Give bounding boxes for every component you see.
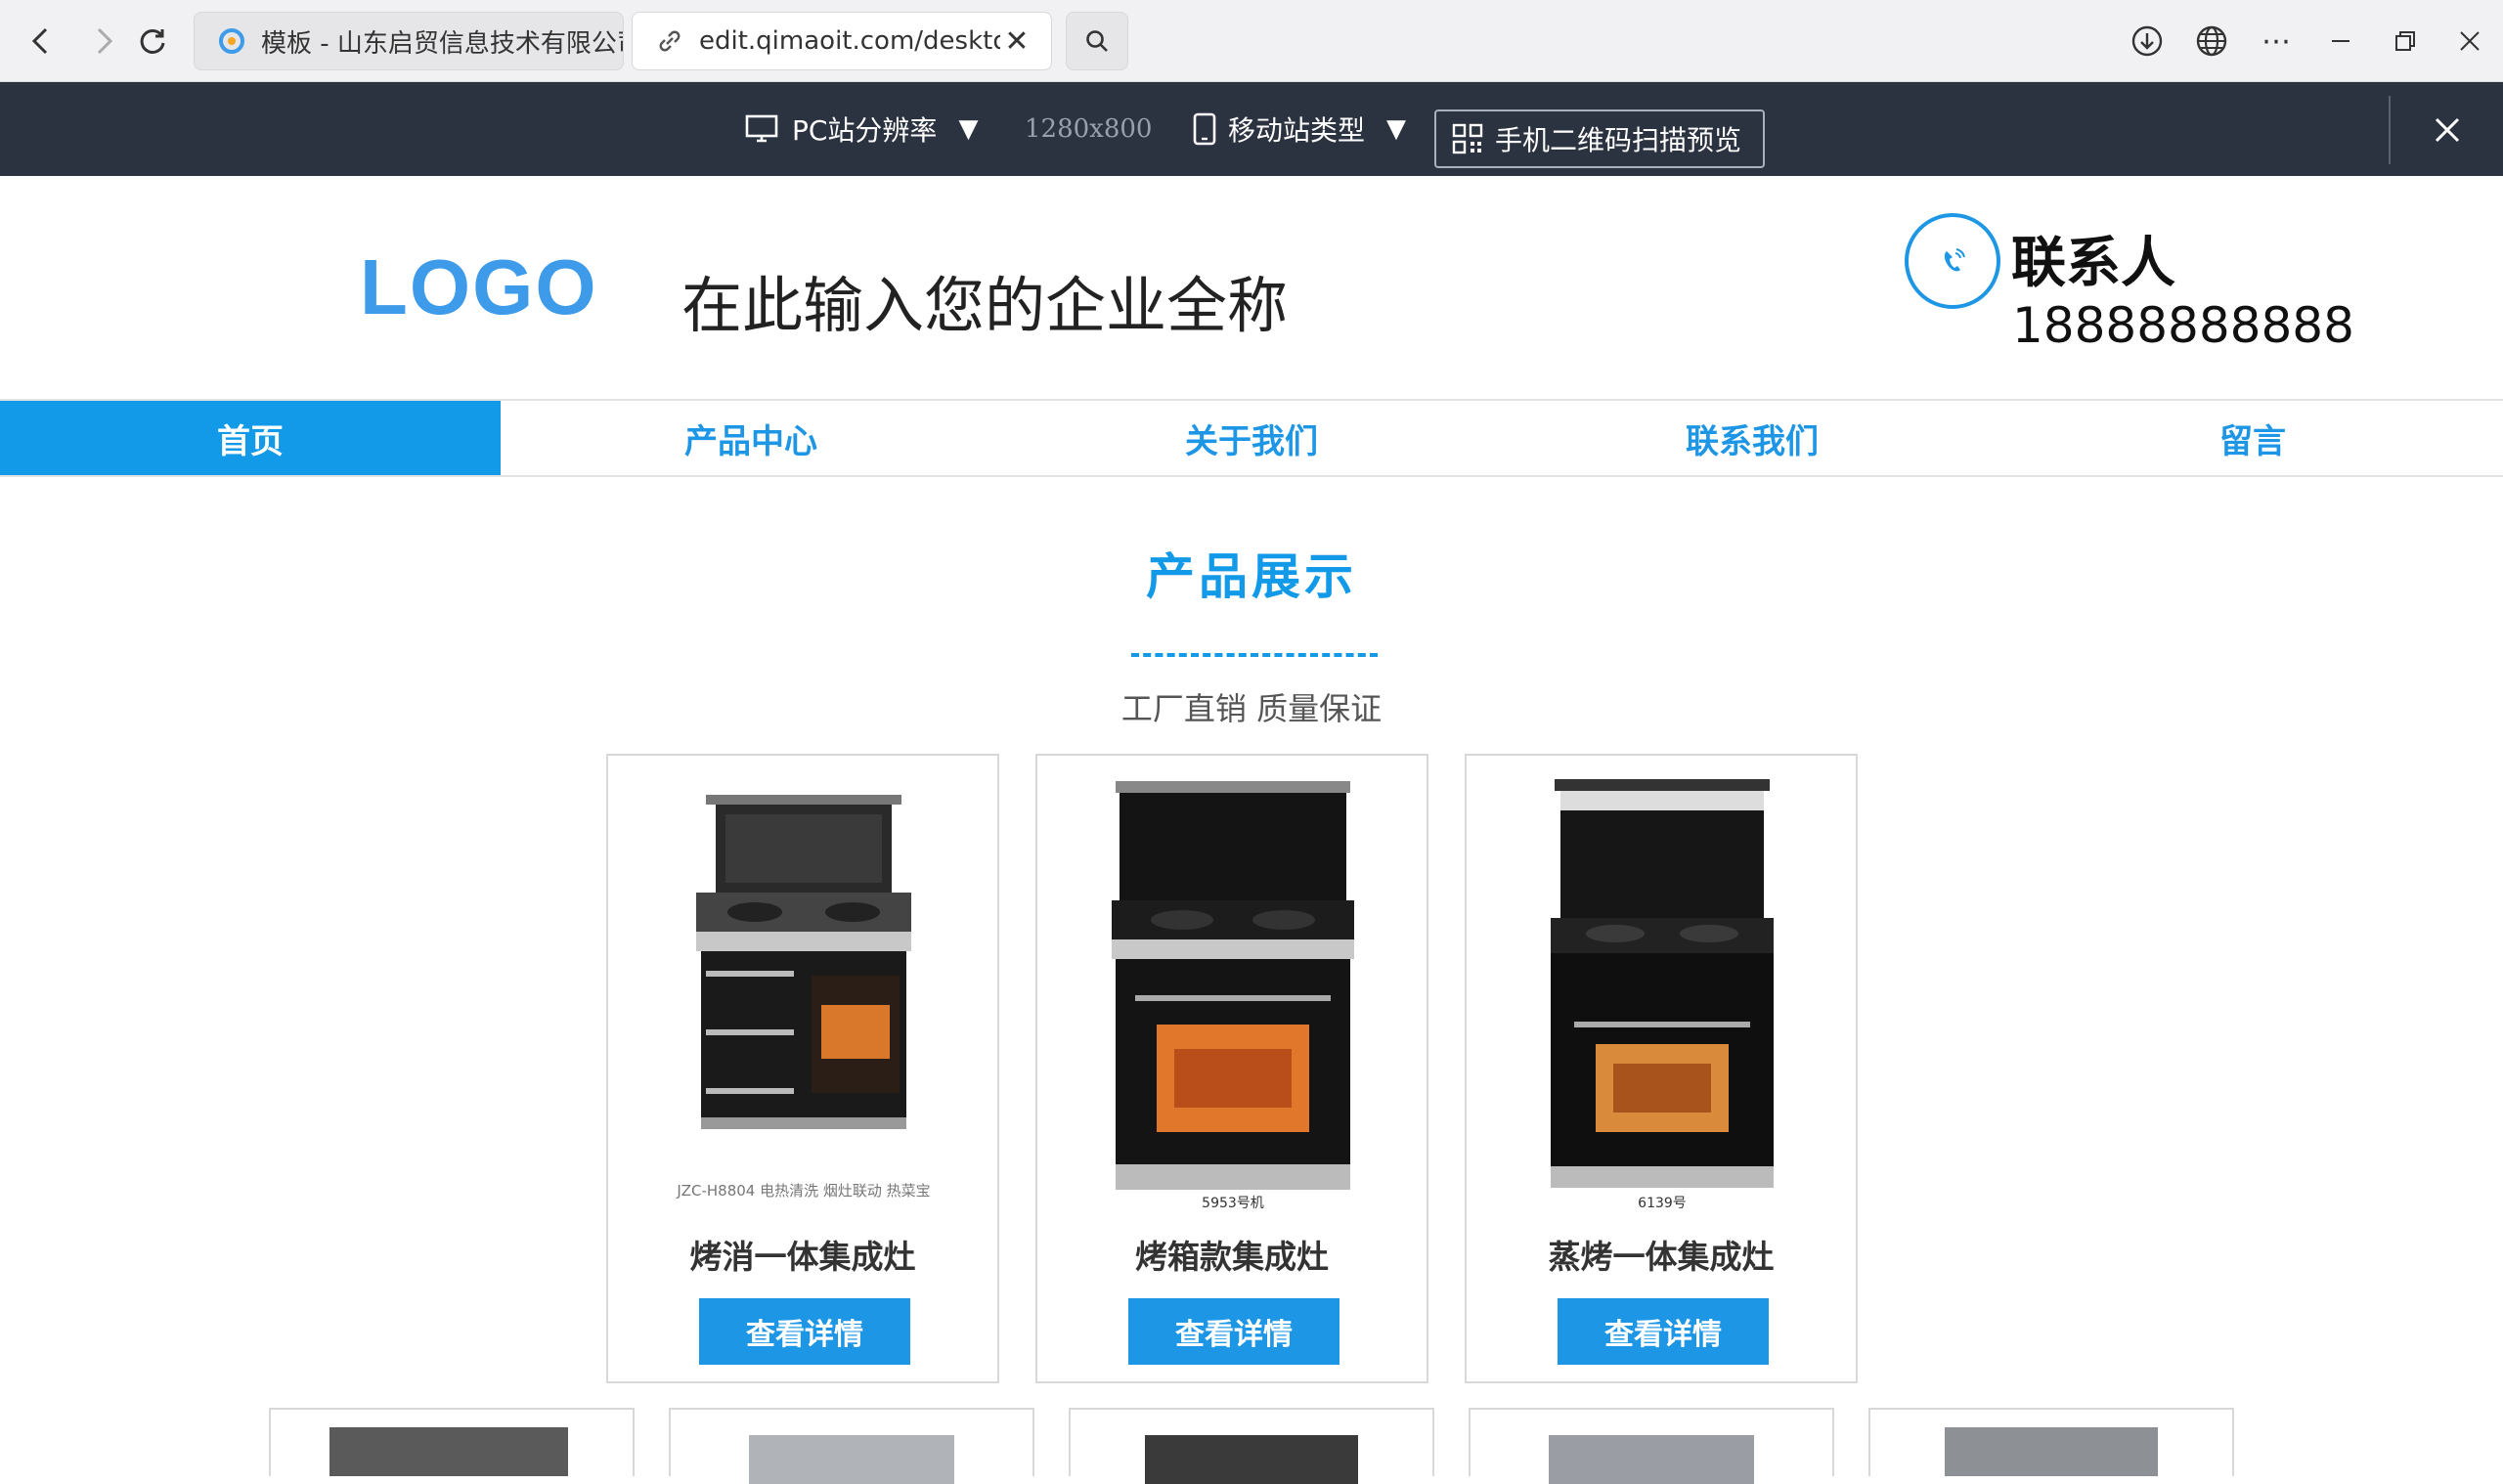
product-image (1945, 1427, 2158, 1476)
tab-template[interactable]: 模板 - 山东启贸信息技术有限公司 (194, 12, 624, 70)
restore-icon[interactable] (2384, 20, 2427, 63)
product-card[interactable] (1069, 1408, 1434, 1484)
product-image: 5953号机 (1112, 781, 1354, 1211)
nav-item-home[interactable]: 首页 (0, 401, 501, 475)
site-favicon-icon (212, 22, 251, 61)
monitor-icon (745, 114, 778, 144)
product-card[interactable] (1469, 1408, 1834, 1484)
dropdown-arrow-icon: ▼ (1386, 114, 1407, 144)
product-card[interactable]: JZC-H8804 电热清洗 烟灶联动 热菜宝 烤消一体集成灶 查看详情 (606, 754, 999, 1383)
resolution-value: 1280x800 (1025, 114, 1153, 144)
product-name: 蒸烤一体集成灶 (1548, 1238, 1775, 1276)
view-details-button[interactable]: 查看详情 (1558, 1298, 1769, 1365)
main-nav: 首页 产品中心 关于我们 联系我们 留言 (0, 399, 2503, 477)
section-subtitle: 工厂直销 质量保证 (1120, 690, 1383, 727)
pc-resolution-dropdown[interactable]: PC站分辨率 ▼ (745, 82, 978, 176)
product-name: 烤箱款集成灶 (1135, 1238, 1329, 1276)
close-preview-icon[interactable] (2423, 106, 2472, 154)
contact-phone: 18888888888 (2012, 297, 2354, 354)
product-name: 烤消一体集成灶 (689, 1238, 916, 1276)
view-details-button[interactable]: 查看详情 (1128, 1298, 1339, 1365)
download-icon[interactable] (2126, 20, 2169, 63)
qr-code-icon (1452, 123, 1483, 154)
preview-toolbar: PC站分辨率 ▼ 1280x800 移动站类型 ▼ 手机二维码扫描预览 (0, 82, 2503, 176)
nav-item-message[interactable]: 留言 (2002, 401, 2503, 475)
close-window-icon[interactable] (2448, 20, 2491, 63)
nav-item-about[interactable]: 关于我们 (1001, 401, 1502, 475)
product-card[interactable] (1868, 1408, 2234, 1476)
section-divider (1131, 653, 1378, 657)
phone-icon (1905, 213, 2000, 309)
qr-preview-button[interactable]: 手机二维码扫描预览 (1434, 109, 1765, 168)
link-icon (650, 22, 689, 61)
tab-title: 模板 - 山东启贸信息技术有限公司 (261, 28, 623, 59)
product-image-caption: 5953号机 (1202, 1196, 1264, 1211)
product-image (1549, 1435, 1754, 1484)
product-image: 6139号 (1551, 779, 1774, 1211)
back-icon[interactable] (20, 20, 63, 63)
product-image: JZC-H8804 电热清洗 烟灶联动 热菜宝 (676, 795, 931, 1200)
tab-url: edit.qimaoit.com/desktop/H (699, 26, 1000, 56)
nav-item-contact[interactable]: 联系我们 (1502, 401, 2002, 475)
site-header: LOGO 在此输入您的企业全称 联系人 18888888888 (0, 176, 2503, 399)
mobile-icon (1193, 112, 1216, 146)
dropdown-arrow-icon: ▼ (958, 114, 979, 144)
product-card[interactable] (669, 1408, 1034, 1484)
globe-icon[interactable] (2190, 20, 2233, 63)
pc-resolution-label: PC站分辨率 (792, 114, 938, 147)
view-details-button[interactable]: 查看详情 (699, 1298, 910, 1365)
close-tab-icon[interactable]: ✕ (1000, 24, 1033, 59)
toolbar-divider (2389, 96, 2391, 164)
product-card[interactable]: 6139号 蒸烤一体集成灶 查看详情 (1465, 754, 1858, 1383)
browser-toolbar: 模板 - 山东启贸信息技术有限公司 edit.qimaoit.com/deskt… (0, 0, 2503, 82)
product-image (1145, 1435, 1358, 1484)
product-image-caption: JZC-H8804 电热清洗 烟灶联动 热菜宝 (676, 1182, 930, 1200)
section-title: 产品展示 (1146, 548, 1357, 605)
qr-preview-label: 手机二维码扫描预览 (1495, 124, 1742, 156)
mobile-type-dropdown[interactable]: 移动站类型 ▼ (1193, 82, 1406, 176)
nav-item-products[interactable]: 产品中心 (501, 401, 1001, 475)
product-image (749, 1435, 954, 1484)
search-icon[interactable] (1066, 12, 1128, 70)
product-card[interactable]: 5953号机 烤箱款集成灶 查看详情 (1035, 754, 1428, 1383)
forward-icon[interactable] (82, 20, 125, 63)
product-image-caption: 6139号 (1638, 1196, 1687, 1211)
tab-editor[interactable]: edit.qimaoit.com/desktop/H ✕ (632, 12, 1052, 70)
product-card[interactable] (269, 1408, 635, 1476)
refresh-icon[interactable] (131, 20, 174, 63)
site-logo[interactable]: LOGO (360, 242, 598, 332)
contact-label: 联系人 (2011, 232, 2175, 295)
minimize-icon[interactable] (2319, 20, 2362, 63)
more-icon[interactable]: ⋯ (2255, 20, 2298, 63)
mobile-type-label: 移动站类型 (1228, 114, 1366, 147)
product-image (329, 1427, 568, 1476)
company-name: 在此输入您的企业全称 (681, 270, 1289, 341)
